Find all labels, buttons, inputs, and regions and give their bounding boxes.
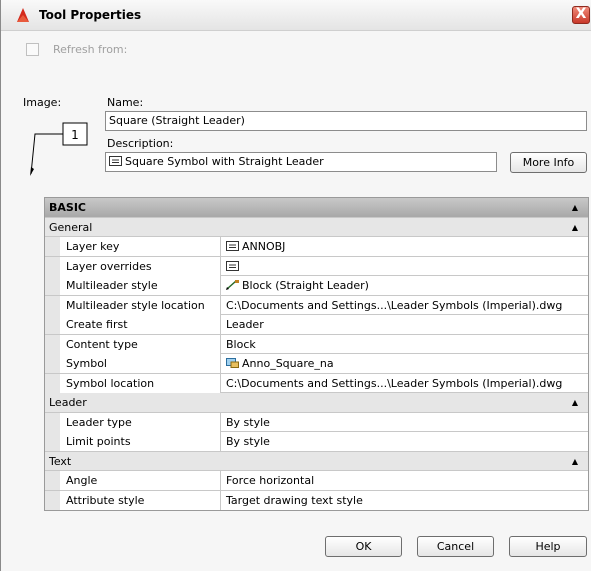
collapse-arrow-icon[interactable]: ▲: [572, 452, 578, 471]
collapse-arrow-icon[interactable]: ▲: [572, 198, 578, 217]
property-row[interactable]: Limit points By style: [45, 432, 588, 452]
multileader-icon: [226, 280, 239, 290]
image-label: Image:: [23, 96, 62, 109]
property-row[interactable]: Angle Force horizontal: [45, 471, 588, 491]
layer-icon: [226, 260, 239, 271]
property-row[interactable]: Multileader style Block (Straight Leader…: [45, 276, 588, 296]
property-key: Layer overrides: [45, 256, 221, 276]
help-button[interactable]: Help: [509, 536, 587, 557]
window-title: Tool Properties: [39, 8, 142, 22]
property-value[interactable]: ANNOBJ: [222, 237, 285, 256]
description-text: Square Symbol with Straight Leader: [125, 155, 324, 168]
property-row[interactable]: Layer overrides: [45, 256, 588, 276]
property-key: Multileader style: [45, 276, 221, 295]
collapse-arrow-icon[interactable]: ▲: [572, 218, 578, 237]
property-value-text: ANNOBJ: [242, 240, 286, 253]
section-text[interactable]: Text ▲: [45, 451, 588, 471]
property-key: Symbol: [45, 354, 221, 373]
name-field[interactable]: Square (Straight Leader): [105, 111, 587, 131]
property-row[interactable]: Attribute style Target drawing text styl…: [45, 490, 588, 511]
description-label: Description:: [107, 137, 174, 150]
property-key: Layer key: [45, 237, 221, 256]
property-key: Create first: [45, 315, 221, 334]
property-key: Limit points: [45, 432, 221, 451]
property-key: Content type: [45, 334, 221, 354]
property-value[interactable]: Block: [222, 335, 256, 354]
property-key: Symbol location: [45, 373, 221, 393]
refresh-from-checkbox[interactable]: [26, 43, 39, 56]
section-label: General: [49, 220, 93, 234]
collapse-arrow-icon[interactable]: ▲: [572, 393, 578, 412]
description-field[interactable]: Square Symbol with Straight Leader: [105, 152, 497, 172]
block-icon: [226, 358, 239, 368]
title-bar: Tool Properties X: [1, 0, 591, 31]
property-value[interactable]: Block (Straight Leader): [222, 276, 369, 295]
property-value[interactable]: Target drawing text style: [222, 491, 363, 510]
section-label: Text: [49, 454, 72, 468]
cancel-button[interactable]: Cancel: [417, 536, 494, 557]
property-row[interactable]: Multileader style location C:\Documents …: [45, 295, 588, 315]
property-value[interactable]: By style: [222, 413, 270, 432]
property-row[interactable]: Symbol Anno_Square_na: [45, 354, 588, 374]
property-value[interactable]: Leader: [222, 315, 264, 334]
property-key: Leader type: [45, 412, 221, 432]
property-row[interactable]: Leader type By style: [45, 412, 588, 432]
preview-number: 1: [71, 128, 79, 142]
tool-properties-dialog: Tool Properties X Refresh from: Image: 1…: [0, 0, 591, 571]
refresh-from-label: Refresh from:: [53, 43, 128, 56]
property-row[interactable]: Layer key ANNOBJ: [45, 237, 588, 257]
property-value-text: Anno_Square_na: [242, 357, 334, 370]
property-value[interactable]: By style: [222, 432, 270, 451]
property-row[interactable]: Create first Leader: [45, 315, 588, 335]
property-key: Angle: [45, 471, 221, 490]
more-info-button[interactable]: More Info: [510, 152, 587, 173]
section-label: Leader: [49, 396, 87, 409]
property-row[interactable]: Symbol location C:\Documents and Setting…: [45, 373, 588, 393]
section-general[interactable]: General ▲: [45, 217, 588, 237]
autocad-app-icon: [17, 8, 29, 22]
property-value[interactable]: Anno_Square_na: [222, 354, 334, 373]
description-icon: [109, 156, 122, 166]
ok-button[interactable]: OK: [325, 536, 402, 557]
tool-image-preview: 1: [30, 122, 88, 176]
property-value[interactable]: Force horizontal: [222, 471, 314, 490]
section-leader[interactable]: Leader ▲: [45, 393, 588, 413]
property-key: Multileader style location: [45, 295, 221, 315]
property-value[interactable]: C:\Documents and Settings...\Leader Symb…: [222, 296, 562, 315]
property-grid: BASIC ▲ General ▲ Layer key ANNOBJ Layer…: [44, 197, 589, 511]
category-basic-label: BASIC: [49, 201, 86, 214]
property-value-text: Block (Straight Leader): [242, 279, 369, 292]
name-label: Name:: [107, 96, 144, 109]
close-button[interactable]: X: [572, 6, 590, 24]
property-key: Attribute style: [45, 490, 221, 510]
category-basic[interactable]: BASIC ▲: [45, 198, 588, 218]
property-value[interactable]: [222, 257, 242, 276]
layer-icon: [226, 241, 239, 251]
property-row[interactable]: Content type Block: [45, 334, 588, 354]
property-value[interactable]: C:\Documents and Settings...\Leader Symb…: [222, 374, 562, 393]
